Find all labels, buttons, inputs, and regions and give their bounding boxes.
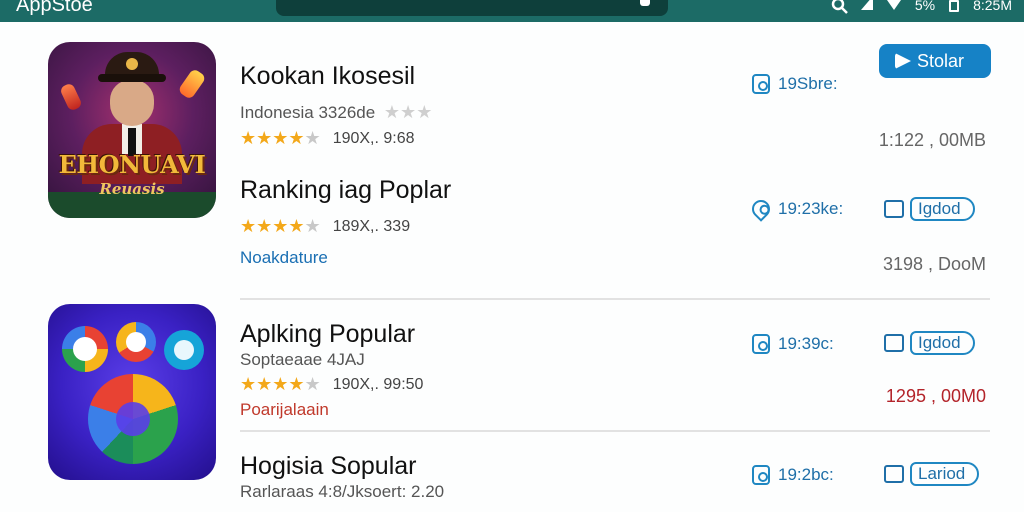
search-bar[interactable] <box>276 0 668 16</box>
lock-icon <box>752 334 770 354</box>
search-dropdown-icon[interactable] <box>640 0 650 6</box>
edit-icon <box>884 200 904 218</box>
update-button-label: Igdod <box>910 197 975 221</box>
icon-hat-badge <box>126 58 138 70</box>
icon-wordmark: EHONUAVI <box>58 150 206 179</box>
rating-count: 190X,. 9:68 <box>332 129 415 147</box>
update-button-label: Lariod <box>910 462 980 486</box>
app-rating: ★★★★★ 190X,. 99:50 <box>240 374 423 395</box>
app-meta: 19Sbre: <box>752 74 838 94</box>
developer-link[interactable]: Poarijalaain <box>240 400 329 420</box>
signal-icon <box>860 0 873 13</box>
meta-text: 19:23ke: <box>778 199 844 218</box>
list-divider <box>240 430 990 432</box>
update-button[interactable]: Igdod <box>884 197 975 221</box>
meta-text: 19:2bc: <box>778 465 834 484</box>
battery-percent: 5% <box>914 0 936 13</box>
app-size: 1:122 , 00MB <box>878 130 986 150</box>
search-icon[interactable] <box>831 0 848 14</box>
app-title[interactable]: Kookan Ikosesil <box>240 62 415 91</box>
puzzle-icon <box>884 334 904 352</box>
puzzle-icon <box>884 465 904 483</box>
list-divider <box>240 298 990 300</box>
developer-link[interactable]: Noakdature <box>240 248 328 268</box>
app-icon-colorful[interactable] <box>48 304 216 480</box>
app-rating: ★★★★★ 190X,. 9:68 <box>240 128 415 149</box>
update-button[interactable]: Igdod <box>884 331 975 355</box>
app-meta: 19:2bc: <box>752 465 834 485</box>
lock-icon <box>752 465 770 485</box>
icon-figure-face <box>110 80 154 126</box>
icon-sparkle <box>59 82 83 112</box>
clock: 8:25M <box>973 0 1012 13</box>
battery-icon <box>949 0 960 12</box>
app-meta: 19:39c: <box>752 334 834 354</box>
app-icon-casino[interactable]: EHONUAVI Reuasis <box>48 42 216 218</box>
star-rating: ★★★★★ <box>240 374 321 394</box>
play-icon <box>895 53 911 69</box>
app-store-title: AppStoe <box>16 0 93 16</box>
app-subtitle: Rarlaraas 4:8/Jksoert: 2.20 <box>240 482 445 501</box>
app-size: 3198 , DooM <box>882 254 986 274</box>
icon-circle-multicolor <box>62 326 108 372</box>
install-button-label: Stolar <box>917 50 965 71</box>
icon-circle-blue <box>164 330 204 370</box>
app-title[interactable]: Ranking iag Poplar <box>240 176 451 205</box>
meta-text: 19Sbre: <box>778 74 838 93</box>
app-meta: 19:23ke: <box>748 196 844 222</box>
app-title[interactable]: Hogisia Sopular <box>240 452 417 481</box>
star-rating: ★★★★★ <box>240 216 321 236</box>
app-size: 1295 , 00M0 <box>885 386 986 406</box>
rating-count: 190X,. 99:50 <box>332 375 424 393</box>
icon-wordmark-sub: Reuasis <box>99 180 165 198</box>
update-button-label: Igdod <box>910 331 975 355</box>
status-bar: 5% 8:25M <box>831 0 1012 14</box>
app-subtitle: Indonesia 3326de ★★★ <box>240 102 432 123</box>
icon-figure-hat-brim <box>98 74 166 82</box>
location-pin-icon <box>748 196 774 222</box>
top-app-bar: AppStoe 5% 8:25M <box>0 0 1024 22</box>
rating-stars-grey: ★★★ <box>383 102 433 122</box>
icon-big-pinwheel <box>88 374 178 464</box>
app-title[interactable]: Aplking Popular <box>240 320 415 349</box>
star-rating: ★★★★★ <box>240 128 321 148</box>
icon-circle-multicolor <box>116 322 156 362</box>
icon-sparkle <box>177 67 207 101</box>
app-subtitle-text: Indonesia 3326de <box>240 103 376 122</box>
install-button[interactable]: Stolar <box>879 44 991 78</box>
wifi-icon <box>887 0 901 13</box>
app-rating: ★★★★★ 189X,. 339 <box>240 216 410 237</box>
meta-text: 19:39c: <box>778 334 834 353</box>
app-subtitle: Soptaeaae 4JAJ <box>240 350 365 369</box>
rating-count: 189X,. 339 <box>332 217 411 235</box>
lock-icon <box>752 74 770 94</box>
update-button[interactable]: Lariod <box>884 462 980 486</box>
